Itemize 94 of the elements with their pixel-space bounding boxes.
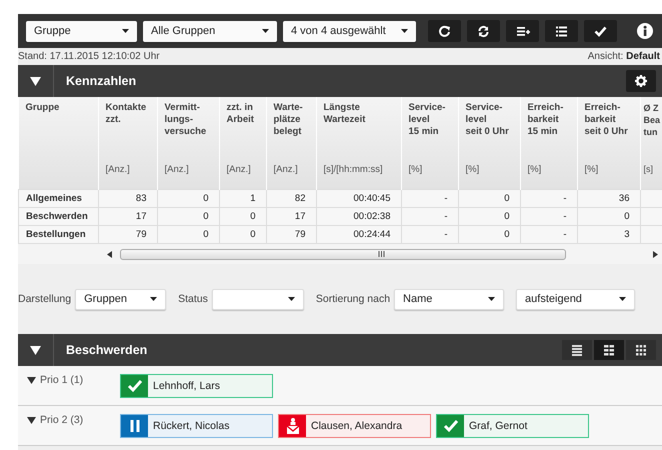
table-cell: -: [520, 226, 577, 244]
table-cell: 0: [577, 208, 640, 226]
section-title: Beschwerden: [66, 343, 148, 357]
table-cell: -: [520, 208, 577, 226]
refresh-button[interactable]: [428, 20, 461, 42]
view-label: Ansicht: Default: [588, 51, 660, 62]
column-header: Erreich- barkeit seit 0 Uhr [%]: [577, 97, 640, 190]
caret-icon: [488, 297, 496, 301]
caret-icon: [122, 29, 129, 33]
scroll-left-icon: [107, 250, 112, 258]
table-cell: 00:24:44: [316, 226, 401, 244]
agent-card[interactable]: Graf, Gernot: [436, 414, 589, 438]
column-header: Erreich- barkeit 15 min [%]: [520, 97, 577, 190]
agent-card[interactable]: Rückert, Nicolas: [120, 414, 273, 438]
list-button[interactable]: [545, 20, 578, 42]
table-cell: 1: [219, 190, 266, 208]
scrollbar-thumb[interactable]: [120, 248, 566, 260]
group-toggle[interactable]: Prio 1 (1): [27, 374, 120, 386]
column-header: Warte- plätze belegt [Anz.]: [266, 97, 316, 190]
rows-view-icon: [572, 344, 582, 356]
table-cell: 3: [577, 226, 640, 244]
column-header: Vermitt- lungs- versuche [Anz.]: [157, 97, 219, 190]
table-cell: 0: [458, 226, 520, 244]
filter-label: Darstellung: [18, 293, 72, 305]
table-cell: -: [401, 190, 458, 208]
agent-name: Rückert, Nicolas: [152, 420, 230, 432]
section-title: Kennzahlen: [66, 74, 136, 88]
table-cell: Bestellungen: [18, 226, 98, 244]
timestamp: Stand: 17.11.2015 12:10:02 Uhr: [18, 51, 160, 62]
table-cell: -: [401, 208, 458, 226]
info-icon: [637, 23, 653, 39]
grid-view-icon: [604, 344, 614, 356]
agent-name: Lehnhoff, Lars: [152, 380, 220, 392]
agent-card[interactable]: Lehnhoff, Lars: [120, 374, 273, 398]
dropdown[interactable]: aufsteigend: [516, 288, 636, 310]
table-cell: 0: [219, 208, 266, 226]
column-header: zzt. in Arbeit [Anz.]: [219, 97, 266, 190]
check-icon: [594, 24, 608, 38]
table-cell: 0: [157, 190, 219, 208]
table-cell: 00:40:45: [316, 190, 401, 208]
sync-button[interactable]: [467, 20, 500, 42]
table-cell: 0: [219, 226, 266, 244]
agent-name: Graf, Gernot: [468, 420, 528, 432]
table-cell: 82: [266, 190, 316, 208]
check-button[interactable]: [584, 20, 617, 42]
settings-button[interactable]: [626, 70, 656, 92]
table-cell: 17: [266, 208, 316, 226]
agent-name: Clausen, Alexandra: [310, 420, 402, 432]
view-toggle[interactable]: [594, 340, 624, 360]
grip-icon: [378, 251, 385, 257]
table-cell: 83: [98, 190, 157, 208]
column-header: Längste Wartezeit [s]/[hh:mm:ss]: [316, 97, 401, 190]
table-cell: Beschwerden: [18, 208, 98, 226]
dropdown[interactable]: Name: [394, 288, 504, 310]
settings-icon: [635, 75, 647, 87]
caret-icon: [262, 29, 269, 33]
scroll-right-icon: [653, 250, 658, 258]
dropdown[interactable]: Gruppen: [75, 288, 166, 310]
table-cell: 17: [98, 208, 157, 226]
group-toggle[interactable]: Prio 2 (3): [27, 414, 120, 426]
agent-card[interactable]: Clausen, Alexandra: [278, 414, 431, 438]
list-add-icon: [516, 24, 530, 38]
table-cell: 36: [577, 190, 640, 208]
table-cell: Allgemeines: [18, 190, 98, 208]
filter-label: Status: [178, 293, 208, 305]
table-cell: -: [401, 226, 458, 244]
refresh-icon: [438, 24, 452, 38]
view-toggle[interactable]: [562, 340, 592, 360]
caret-icon: [401, 29, 408, 33]
table-cell: -: [520, 190, 577, 208]
table-cell: 0: [157, 208, 219, 226]
list-icon: [554, 24, 568, 38]
caret-icon: [619, 297, 626, 301]
sync-icon: [476, 24, 490, 38]
table-cell: 0: [157, 226, 219, 244]
dropdown[interactable]: Alle Gruppen: [143, 20, 277, 42]
dropdown[interactable]: Gruppe: [26, 20, 137, 42]
caret-icon: [150, 297, 158, 301]
table-cell: 79: [266, 226, 316, 244]
filter-label: Sortierung nach: [316, 293, 390, 305]
column-header: Service- level seit 0 Uhr [%]: [458, 97, 520, 190]
dense-grid-icon: [636, 344, 646, 356]
table-cell: 0: [458, 208, 520, 226]
add-list-button[interactable]: [506, 20, 539, 42]
dropdown[interactable]: 4 von 4 ausgewählt: [283, 20, 416, 42]
table-cell: 00:02:38: [316, 208, 401, 226]
table-cell: 0: [458, 190, 520, 208]
view-toggle[interactable]: [626, 340, 656, 360]
column-header: Ø Z Bea tun [s]: [640, 97, 662, 190]
column-header: Kontakte zzt. [Anz.]: [98, 97, 157, 190]
column-header: Gruppe: [18, 97, 98, 190]
column-header: Service- level 15 min [%]: [401, 97, 458, 190]
caret-icon: [288, 297, 295, 301]
table-cell: 79: [98, 226, 157, 244]
